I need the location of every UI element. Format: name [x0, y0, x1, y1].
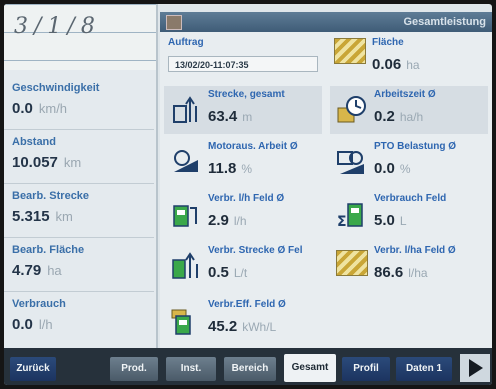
- worked-distance-label: Bearb. Strecke: [12, 190, 90, 202]
- fuel-efficiency-value: 45.2 kWh/L: [208, 318, 277, 335]
- area-consumption-label: Verbr. l/ha Feld Ø: [374, 245, 456, 256]
- field-consumption-label: Verbrauch Feld: [374, 193, 447, 204]
- area-cell[interactable]: Fläche 0.06 ha: [328, 34, 492, 82]
- distance-consumption-unit: L/t: [233, 266, 248, 280]
- arrow-right-icon: [469, 359, 483, 377]
- tab-bereich[interactable]: Bereich: [224, 357, 276, 381]
- back-button[interactable]: Zurück: [10, 357, 56, 381]
- pto-load-cell[interactable]: PTO Belastung Ø 0.0%: [330, 138, 492, 186]
- distance-icon: [173, 96, 197, 123]
- order-date-field[interactable]: 13/02/20-11:07:35: [168, 56, 318, 72]
- consumption-value: 0.0 l/h: [12, 316, 53, 333]
- fuel-efficiency-unit: kWh/L: [242, 320, 277, 334]
- worked-area-label: Bearb. Fläche: [12, 244, 85, 256]
- worked-area-value: 4.79 ha: [12, 262, 62, 279]
- tab-inst[interactable]: Inst.: [166, 357, 216, 381]
- field-area-icon: [334, 38, 366, 64]
- total-distance-unit: m: [242, 110, 253, 124]
- pto-load-label: PTO Belastung Ø: [374, 141, 457, 152]
- fuel-efficiency-cell[interactable]: Verbr.Eff. Feld Ø 45.2 kWh/L: [164, 296, 328, 344]
- screen-bezel: 3/1/8 Geschwindigkeit 0.0 km/h Abstand 10…: [0, 0, 496, 389]
- pto-load-icon: [337, 151, 364, 174]
- area-consumption-unit: l/ha: [408, 266, 428, 280]
- distance-value: 10.057 km: [12, 154, 82, 171]
- work-time-value: 0.2 ha/h: [374, 108, 424, 125]
- sketch-text: 3/1/8: [14, 14, 101, 39]
- area-value: 0.06 ha: [372, 56, 420, 73]
- fuel-efficiency-label: Verbr.Eff. Feld Ø: [208, 299, 286, 310]
- bottom-tab-bar: Zurück Prod. Inst. Bereich Gesamt Profil…: [4, 348, 492, 385]
- panel-title: Gesamtleistung: [403, 16, 486, 28]
- worked-distance-block[interactable]: Bearb. Strecke 5.315 km: [4, 184, 154, 238]
- distance-label: Abstand: [12, 136, 56, 148]
- total-distance-value: 63.4 m: [208, 108, 253, 125]
- fuel-area-icon: [336, 250, 368, 276]
- worked-area-unit: ha: [47, 263, 62, 278]
- fuel-distance-icon: [172, 252, 198, 279]
- order-label: Auftrag: [168, 37, 204, 48]
- work-time-cell[interactable]: Arbeitszeit Ø 0.2 ha/h: [330, 86, 488, 134]
- engine-load-label: Motoraus. Arbeit Ø: [208, 141, 298, 152]
- speed-label: Geschwindigkeit: [12, 82, 100, 94]
- total-performance-panel: Gesamtleistung Auftrag 13/02/20-11:07:35…: [160, 12, 492, 348]
- total-distance-cell[interactable]: Strecke, gesamt 63.4 m: [164, 86, 322, 134]
- fuel-rate-icon: [173, 205, 197, 227]
- left-column: 3/1/8 Geschwindigkeit 0.0 km/h Abstand 10…: [4, 4, 158, 348]
- fuel-rate-unit: l/h: [233, 214, 247, 228]
- field-consumption-cell[interactable]: Σ Verbrauch Feld 5.0 L: [330, 190, 492, 238]
- distance-consumption-cell[interactable]: Verbr. Strecke Ø Fel 0.5 L/t: [164, 242, 328, 290]
- pto-load-unit: %: [399, 162, 411, 176]
- panel-header: Gesamtleistung: [160, 12, 492, 32]
- work-time-label: Arbeitszeit Ø: [374, 89, 436, 100]
- field-consumption-value: 5.0 L: [374, 212, 407, 229]
- work-time-icon: [337, 96, 366, 123]
- fuel-efficiency-icon: [171, 309, 191, 335]
- fuel-rate-cell[interactable]: Verbr. l/h Feld Ø 2.9 l/h: [164, 190, 328, 238]
- pto-load-value: 0.0%: [374, 160, 411, 177]
- tab-gesamt[interactable]: Gesamt: [284, 354, 336, 382]
- speed-value: 0.0 km/h: [12, 100, 68, 117]
- distance-block[interactable]: Abstand 10.057 km: [4, 130, 154, 184]
- speed-unit: km/h: [38, 101, 68, 116]
- field-consumption-unit: L: [399, 214, 407, 228]
- engine-load-value: 11.8%: [208, 160, 253, 177]
- worked-distance-value: 5.315 km: [12, 208, 73, 225]
- sketch-area[interactable]: 3/1/8: [4, 4, 156, 70]
- tab-daten[interactable]: Daten 1: [396, 357, 452, 381]
- distance-consumption-value: 0.5 L/t: [208, 264, 248, 281]
- area-label: Fläche: [372, 37, 404, 48]
- worked-area-block[interactable]: Bearb. Fläche 4.79 ha: [4, 238, 154, 292]
- fuel-rate-value: 2.9 l/h: [208, 212, 247, 229]
- total-distance-label: Strecke, gesamt: [208, 89, 285, 100]
- order-cell[interactable]: Auftrag 13/02/20-11:07:35: [160, 34, 324, 82]
- tab-prod[interactable]: Prod.: [110, 357, 158, 381]
- svg-text:Σ: Σ: [337, 214, 347, 230]
- distance-unit: km: [63, 155, 82, 170]
- terminal-screen: 3/1/8 Geschwindigkeit 0.0 km/h Abstand 10…: [4, 4, 492, 385]
- panel-tag-icon: [166, 15, 182, 30]
- consumption-label: Verbrauch: [12, 298, 66, 310]
- area-consumption-value: 86.6 l/ha: [374, 264, 428, 281]
- engine-load-icon: [174, 150, 198, 172]
- area-unit: ha: [406, 58, 420, 72]
- fuel-sum-icon: Σ: [337, 203, 363, 230]
- work-time-unit: ha/h: [399, 110, 424, 124]
- distance-consumption-label: Verbr. Strecke Ø Fel: [208, 245, 303, 256]
- next-page-button[interactable]: [460, 354, 490, 382]
- engine-load-cell[interactable]: Motoraus. Arbeit Ø 11.8%: [164, 138, 328, 186]
- fuel-rate-label: Verbr. l/h Feld Ø: [208, 193, 285, 204]
- speed-block[interactable]: Geschwindigkeit 0.0 km/h: [4, 76, 154, 130]
- tab-profil[interactable]: Profil: [342, 357, 390, 381]
- worked-distance-unit: km: [55, 209, 73, 224]
- area-consumption-cell[interactable]: Verbr. l/ha Feld Ø 86.6 l/ha: [330, 242, 492, 290]
- consumption-block[interactable]: Verbrauch 0.0 l/h: [4, 292, 154, 346]
- engine-load-unit: %: [241, 162, 253, 176]
- consumption-unit: l/h: [38, 317, 53, 332]
